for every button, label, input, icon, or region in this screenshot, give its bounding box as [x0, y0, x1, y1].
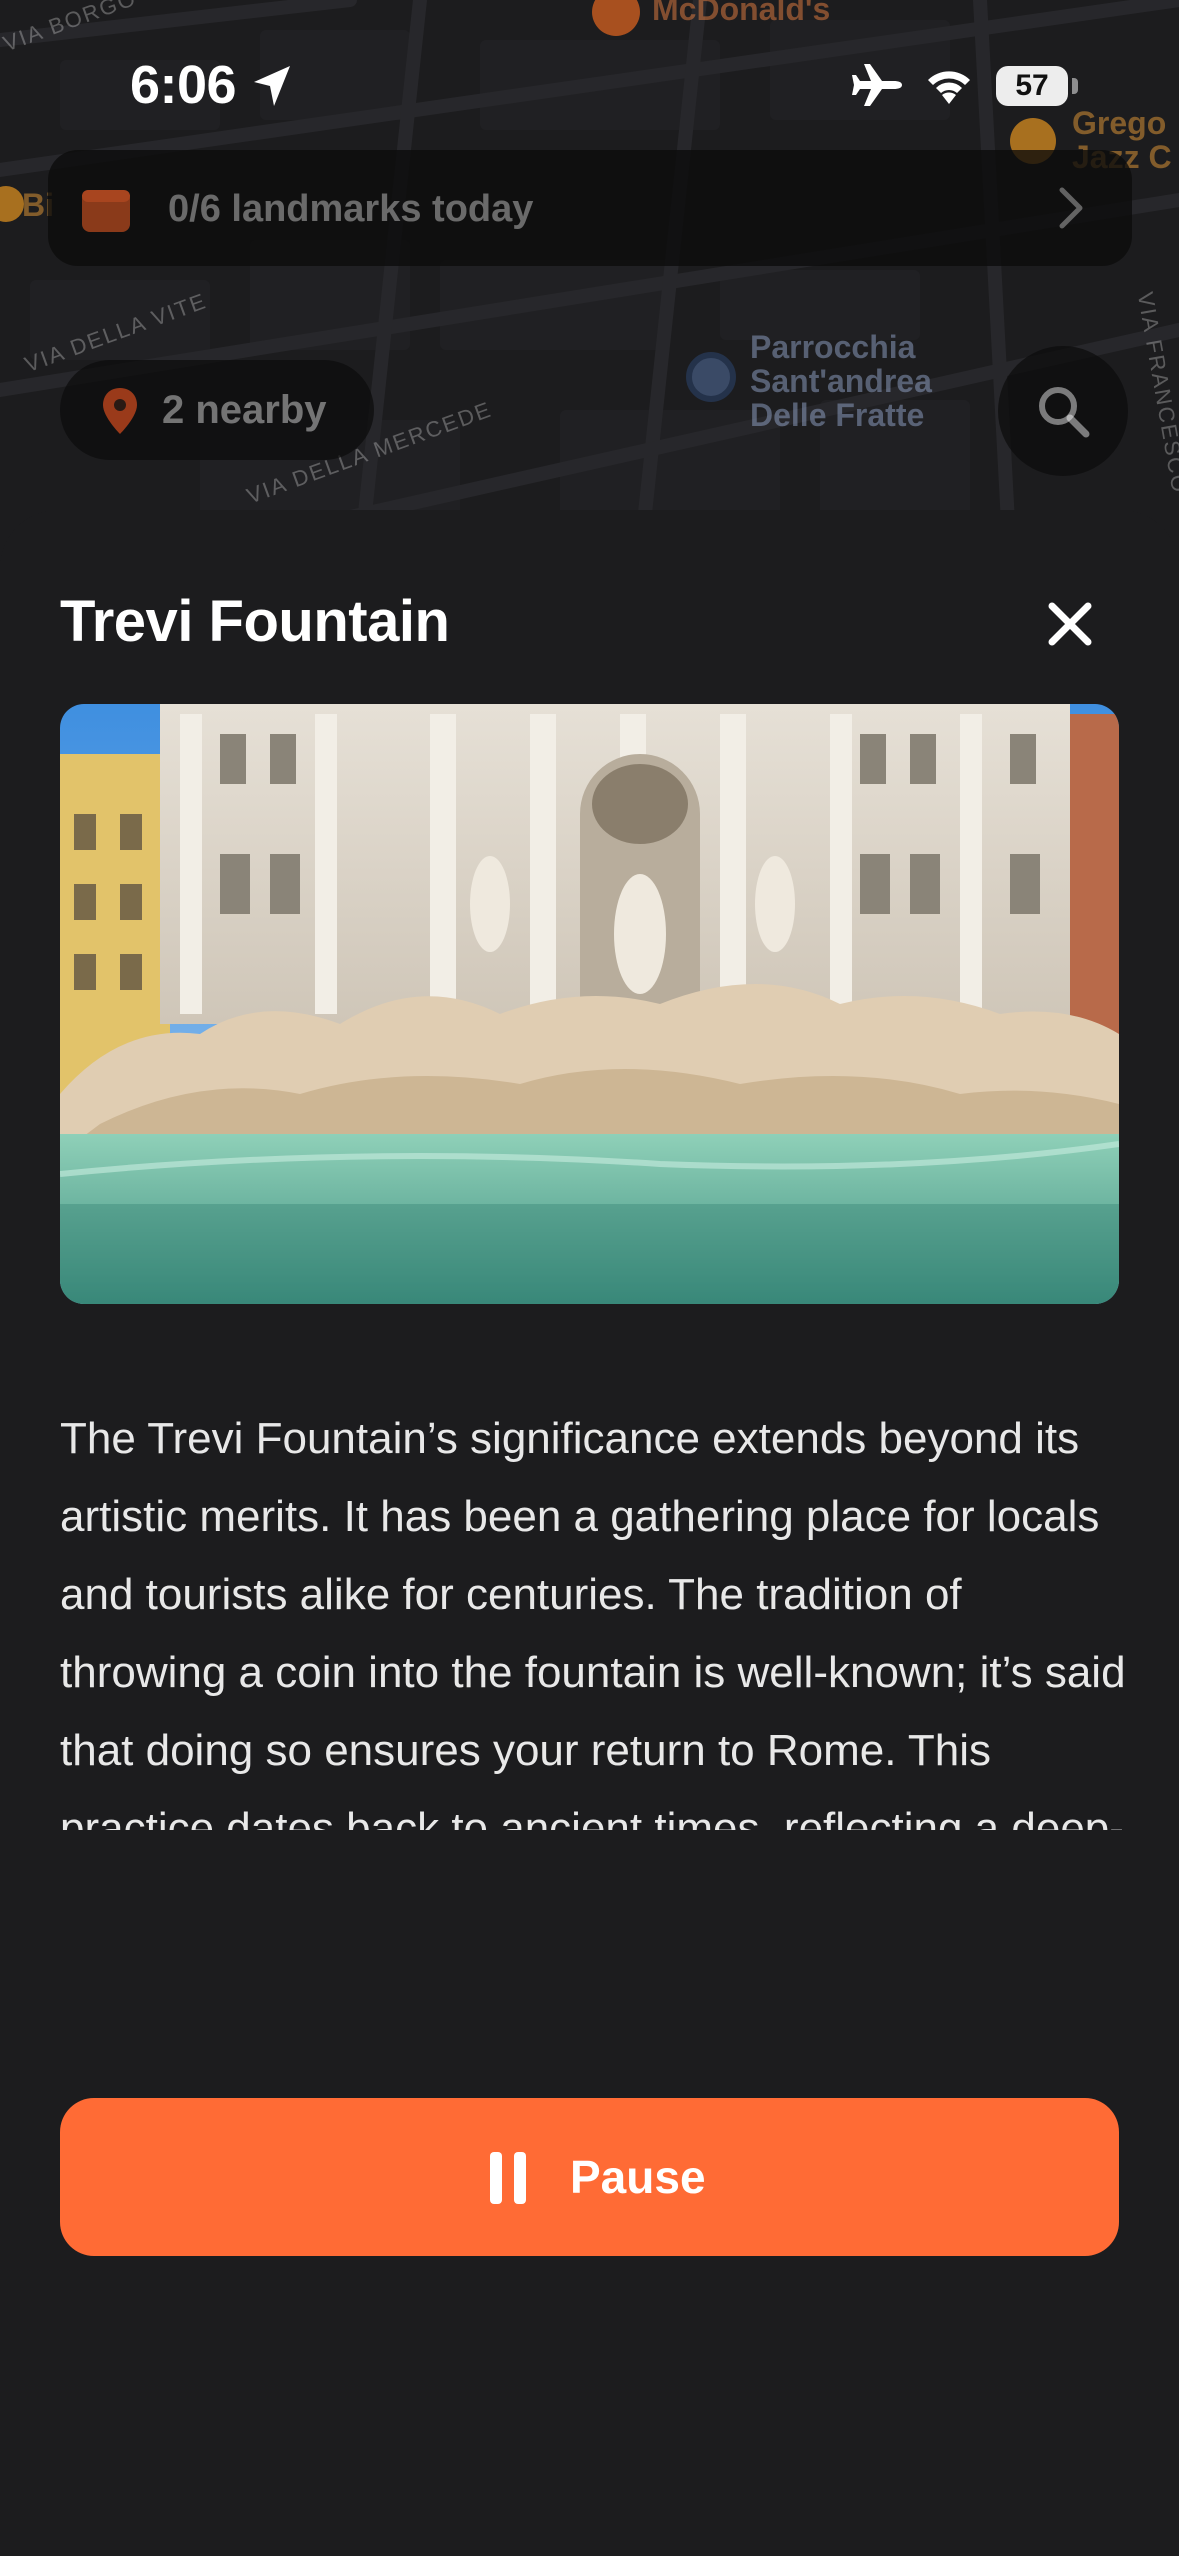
- church-pin-icon[interactable]: [686, 352, 736, 402]
- pause-icon: [490, 2152, 526, 2204]
- battery-cap: [1072, 78, 1078, 94]
- landmark-description: The Trevi Fountain’s significance extend…: [60, 1414, 1126, 1830]
- calendar-icon: [82, 190, 130, 232]
- battery-indicator: 57: [996, 66, 1068, 106]
- landmarks-progress-text: 0/6 landmarks today: [168, 188, 534, 230]
- map-pin-icon: [103, 388, 137, 434]
- pause-button-label: Pause: [570, 2151, 706, 2203]
- airplane-mode-icon: [852, 64, 902, 106]
- status-bar: 6:06 57: [0, 0, 1179, 160]
- search-icon: [1039, 387, 1090, 438]
- landmark-detail-sheet: Trevi Fountain The Trevi Fountain’s sign…: [0, 510, 1179, 2556]
- landmark-photo: [60, 704, 1119, 1304]
- wifi-icon: [928, 71, 970, 104]
- location-arrow-icon: [254, 66, 290, 106]
- landmark-title: Trevi Fountain: [60, 589, 450, 654]
- chevron-right-icon: [1059, 187, 1083, 229]
- nearby-count-label: 2 nearby: [162, 388, 327, 432]
- trevi-fountain-image: [60, 704, 1119, 1304]
- search-button[interactable]: [998, 346, 1128, 476]
- landmarks-progress-banner[interactable]: 0/6 landmarks today: [48, 150, 1132, 266]
- status-time: 6:06: [130, 55, 237, 115]
- pause-button[interactable]: Pause: [60, 2098, 1119, 2256]
- close-icon[interactable]: [1040, 594, 1100, 654]
- poi-label-parrocchia[interactable]: Parrocchia Sant'andrea Delle Fratte: [750, 330, 932, 432]
- nearby-button[interactable]: 2 nearby: [60, 360, 374, 460]
